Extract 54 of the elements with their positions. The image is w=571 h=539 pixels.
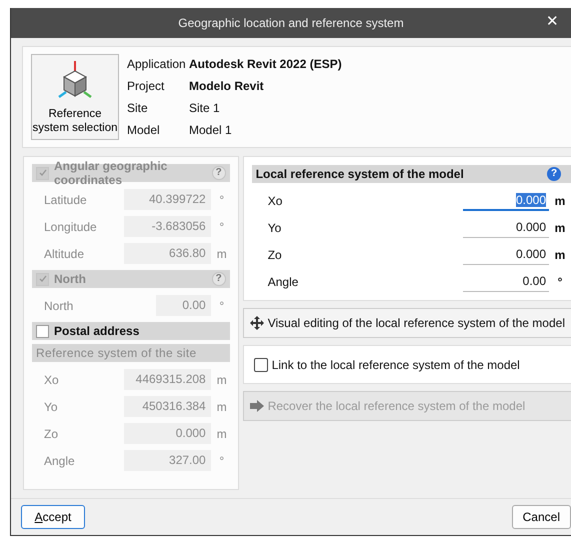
link-checkbox[interactable]: Link to the local reference system of the model	[254, 358, 520, 372]
field-label: Angle	[44, 454, 76, 468]
section-title: Postal address	[54, 324, 140, 338]
unit-label: °	[218, 298, 226, 312]
unit-label: m	[554, 220, 566, 234]
field-label: Zo	[44, 426, 60, 440]
unit-label: m	[216, 400, 228, 414]
unit-label: °	[218, 192, 226, 206]
unit-label: m	[554, 248, 566, 262]
field-label: Xo	[44, 372, 60, 386]
unit-label: m	[216, 372, 228, 386]
cancel-button[interactable]: Cancel	[512, 505, 571, 529]
check-icon	[38, 274, 48, 284]
visual-editing-button[interactable]: Visual editing of the local reference system of the model	[242, 308, 571, 338]
info-value: Model 1	[189, 123, 233, 137]
unit-label: m	[216, 426, 228, 440]
info-label: Site	[127, 101, 149, 115]
value-field[interactable]: 0.000	[463, 190, 549, 211]
info-value: Autodesk Revit 2022 (ESP)	[189, 57, 342, 71]
section-title: North	[54, 272, 87, 286]
reference-system-button[interactable]: Reference system selection	[31, 54, 119, 140]
value-field[interactable]: 0.000	[463, 217, 549, 238]
field-label: Zo	[268, 248, 283, 262]
check-icon	[38, 168, 48, 178]
unit-label: m	[216, 246, 228, 260]
unit-label: °	[556, 274, 564, 288]
field-label: Yo	[44, 400, 59, 414]
section-title: Angular geographic coordinates	[54, 159, 168, 187]
info-value: Site 1	[189, 101, 221, 115]
field-label: North	[44, 298, 74, 312]
window-title: Geographic location and reference system	[178, 16, 404, 30]
field-label: Altitude	[44, 246, 86, 260]
arrow-right-icon	[250, 400, 264, 412]
checkbox[interactable]	[36, 324, 49, 338]
field-label: Angle	[268, 274, 300, 288]
field-label: Yo	[268, 220, 282, 234]
move-arrows-icon	[250, 316, 264, 330]
help-button[interactable]: ?	[547, 167, 561, 181]
accept-button[interactable]: Accept	[21, 505, 85, 529]
field-label: Latitude	[44, 192, 88, 206]
value-field[interactable]: 0.00	[463, 271, 549, 292]
close-button[interactable]: ✕	[542, 12, 563, 30]
section-title: Local reference system of the model	[256, 167, 465, 181]
info-value: Modelo Revit	[189, 79, 265, 93]
field-label: Xo	[268, 194, 284, 208]
section-title: Reference system of the site	[36, 346, 198, 360]
value-field[interactable]: 0.000	[463, 244, 549, 265]
unit-label: °	[218, 220, 226, 234]
unit-label: °	[218, 454, 226, 468]
field-label: Longitude	[44, 220, 98, 234]
info-label: Project	[127, 79, 166, 93]
unit-label: m	[554, 194, 566, 208]
info-label: Model	[127, 123, 161, 137]
info-label: Application	[127, 57, 187, 71]
